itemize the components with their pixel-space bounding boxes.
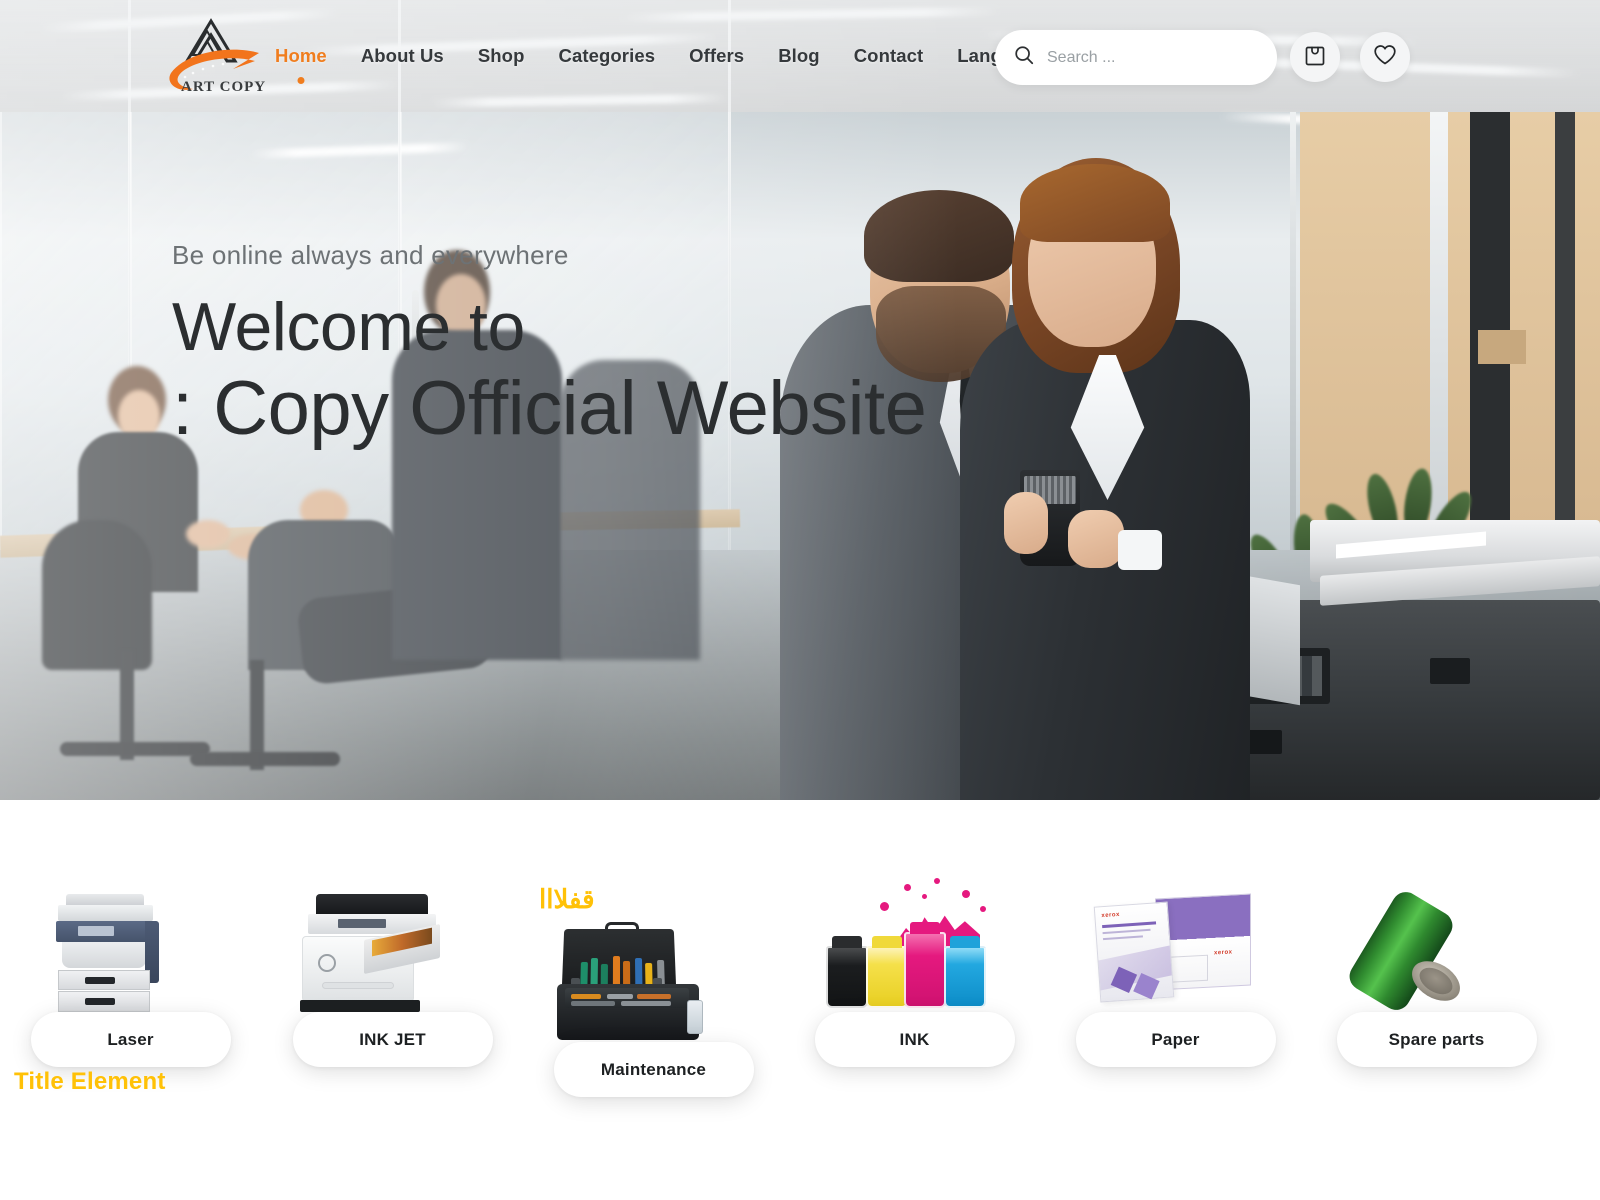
search-bar[interactable] xyxy=(995,30,1277,85)
hero-title-line-1: Welcome to xyxy=(172,289,525,365)
search-input[interactable] xyxy=(1047,48,1259,67)
site-logo[interactable]: ART COPY xyxy=(163,17,268,97)
hero-title-line-2: : Copy Official Website xyxy=(172,366,927,452)
category-label-ink[interactable]: INK xyxy=(814,1012,1015,1067)
nav-item-categories[interactable]: Categories xyxy=(541,45,672,67)
category-card-ink-jet[interactable]: INK JET xyxy=(270,882,515,1067)
site-header: ART COPY Home About Us Shop Categories O… xyxy=(0,0,1600,112)
copier-image xyxy=(8,882,253,1012)
logo-wordmark: ART COPY xyxy=(181,79,266,95)
arabic-badge: قفلااا xyxy=(539,884,595,914)
paper-reams-image: xerox xerox xyxy=(1053,882,1298,1012)
category-label-ink-jet[interactable]: INK JET xyxy=(292,1012,493,1067)
category-section: Laser INK JET قفلااا Maintenance INK xer… xyxy=(0,800,1600,1200)
category-card-paper[interactable]: xerox xerox Paper xyxy=(1053,882,1298,1067)
heart-icon xyxy=(1373,44,1397,71)
hero-banner: Be online always and everywhere Welcome … xyxy=(0,0,1600,800)
hero-kicker: Be online always and everywhere xyxy=(172,240,569,270)
category-card-laser[interactable]: Laser xyxy=(8,882,253,1067)
category-label-paper[interactable]: Paper xyxy=(1075,1012,1276,1067)
drum-roller-image xyxy=(1314,882,1559,1016)
title-element-label: Title Element xyxy=(14,1068,166,1095)
nav-item-contact[interactable]: Contact xyxy=(837,45,941,67)
toolbox-image xyxy=(531,912,776,1042)
category-label-maintenance[interactable]: Maintenance xyxy=(553,1042,754,1097)
shopping-bag-icon xyxy=(1304,43,1326,72)
nav-item-about-us[interactable]: About Us xyxy=(344,45,461,67)
nav-item-shop[interactable]: Shop xyxy=(461,45,542,67)
category-label-laser[interactable]: Laser xyxy=(30,1012,231,1067)
nav-item-home[interactable]: Home xyxy=(258,45,344,67)
category-card-ink[interactable]: INK xyxy=(792,878,1037,1067)
cart-button[interactable] xyxy=(1290,32,1340,82)
inkjet-printer-image xyxy=(270,882,515,1012)
search-icon xyxy=(1013,44,1035,71)
category-label-spare-parts[interactable]: Spare parts xyxy=(1336,1012,1537,1067)
page-root: Be online always and everywhere Welcome … xyxy=(0,0,1600,1200)
hero-text-block: Be online always and everywhere Welcome … xyxy=(172,240,927,452)
category-card-maintenance[interactable]: قفلااا Maintenance xyxy=(531,884,776,1097)
ink-bottles-image xyxy=(792,878,1037,1012)
nav-item-offers[interactable]: Offers xyxy=(672,45,761,67)
category-card-spare-parts[interactable]: Spare parts xyxy=(1314,882,1559,1067)
nav-item-blog[interactable]: Blog xyxy=(761,45,837,67)
wishlist-button[interactable] xyxy=(1360,32,1410,82)
